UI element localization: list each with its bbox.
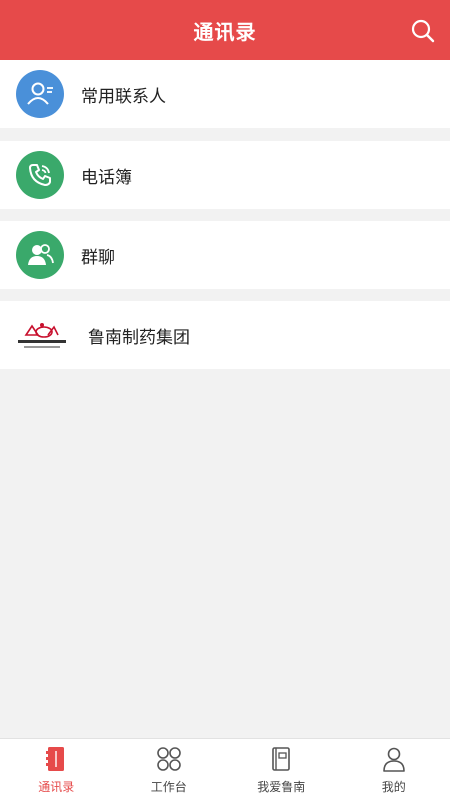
list-item-company[interactable]: 鲁南制药集团: [0, 301, 450, 369]
bottom-nav: 通讯录 工作台 我爱鲁南 我的: [0, 738, 450, 800]
company-logo: [14, 315, 70, 355]
address-book-icon: [46, 747, 65, 771]
page-title: 通讯录: [193, 19, 257, 44]
item-label: 电话簿: [81, 167, 132, 188]
list-item-frequent-contacts[interactable]: 常用联系人: [0, 60, 450, 128]
search-button[interactable]: [410, 18, 436, 44]
top-bar: 通讯录: [0, 0, 450, 60]
book-icon: [272, 747, 291, 771]
workbench-icon: [156, 747, 181, 771]
list-item-phone-book[interactable]: 电话簿: [0, 141, 450, 209]
nav-label: 我的: [381, 780, 406, 794]
list-item-group-chat[interactable]: 群聊: [0, 221, 450, 289]
nav-label: 工作台: [150, 780, 187, 794]
nav-item-address-book[interactable]: 通讯录: [0, 739, 113, 800]
user-card-icon: [16, 70, 64, 118]
person-icon: [382, 747, 405, 772]
item-label: 群聊: [81, 247, 115, 268]
nav-item-mine[interactable]: 我的: [338, 739, 450, 800]
nav-label: 我爱鲁南: [257, 780, 306, 794]
nav-label: 通讯录: [38, 780, 75, 794]
item-label: 常用联系人: [81, 86, 166, 107]
app-root: 通讯录 常用联系人 电话簿 群聊 鲁南制药集团 通讯录 工作台 我爱鲁南 我的: [0, 0, 450, 800]
search-icon: [411, 19, 435, 43]
item-label: 鲁南制药集团: [88, 327, 190, 348]
phone-icon: [16, 151, 64, 199]
group-icon: [16, 231, 64, 279]
nav-item-love-lunan[interactable]: 我爱鲁南: [225, 739, 338, 800]
nav-item-workbench[interactable]: 工作台: [113, 739, 226, 800]
